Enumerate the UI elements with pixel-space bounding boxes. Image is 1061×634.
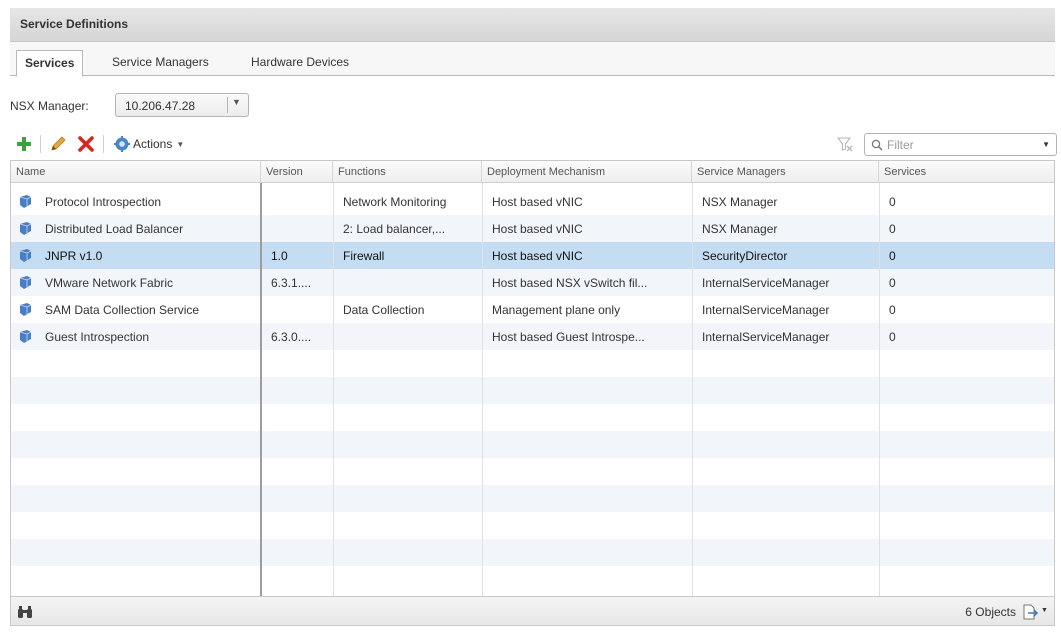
empty-row [11,485,1054,512]
tab-hardware-devices[interactable]: Hardware Devices [243,50,357,76]
toolbar-separator [40,135,41,153]
empty-row [11,566,1054,593]
cell-name: VMware Network Fabric [45,276,174,290]
cell-functions: 2: Load balancer,... [343,222,446,236]
cell-services: 0 [889,330,896,344]
cell-deployment: Host based vNIC [492,195,583,209]
delete-button[interactable] [75,132,97,156]
column-divider [692,183,693,596]
toolbar-separator [103,135,104,153]
table-row[interactable]: Distributed Load Balancer 2: Load balanc… [11,215,1054,242]
filter-clear-icon [837,137,853,152]
tab-bar: Services Service Managers Hardware Devic… [10,42,1055,77]
filter-field[interactable]: ▼ [864,133,1057,156]
cell-managers: InternalServiceManager [702,276,830,290]
empty-row [11,512,1054,539]
x-icon [78,136,94,152]
cell-version: 6.3.1.... [271,276,312,290]
toolbar: Actions ▼ ▼ [10,130,1057,158]
empty-row [11,539,1054,566]
cell-managers: NSX Manager [702,195,778,209]
nsx-manager-select[interactable]: 10.206.47.28 ▼ [115,93,249,117]
tab-service-managers[interactable]: Service Managers [104,50,217,76]
table-header: Name Version Functions Deployment Mechan… [11,161,1054,183]
status-bar: 6 Objects ▼ [10,596,1055,626]
object-count: 6 Objects [965,605,1016,619]
export-icon [1023,604,1039,620]
chevron-down-icon: ▼ [232,97,241,107]
column-divider [879,183,880,596]
pencil-icon [51,136,66,151]
column-divider [482,183,483,596]
cell-services: 0 [889,222,896,236]
column-header-services[interactable]: Services [879,161,1054,183]
cell-deployment: Host based vNIC [492,249,583,263]
empty-row [11,377,1054,404]
empty-row [11,458,1054,485]
empty-row [11,431,1054,458]
plus-icon [17,137,31,151]
cell-managers: InternalServiceManager [702,330,830,344]
cell-deployment: Host based NSX vSwitch fil... [492,276,648,290]
cell-managers: InternalServiceManager [702,303,830,317]
cell-name: Guest Introspection [45,330,150,344]
cell-deployment: Host based vNIC [492,222,583,236]
actions-menu-button[interactable]: Actions ▼ [110,132,188,156]
chevron-down-icon: ▼ [176,139,185,149]
cell-version [261,296,333,323]
table-row[interactable]: Guest Introspection 6.3.0.... Host based… [11,323,1054,350]
table-row[interactable]: VMware Network Fabric 6.3.1.... Host bas… [11,269,1054,296]
column-divider [333,183,334,596]
binoculars-icon[interactable] [17,605,33,619]
panel-title: Service Definitions [10,8,1055,42]
clear-filter-button[interactable] [836,132,854,156]
cell-deployment: Management plane only [492,303,621,317]
gear-icon [114,136,130,152]
cell-managers: SecurityDirector [702,249,788,263]
column-header-version[interactable]: Version [261,161,333,183]
chevron-down-icon: ▼ [1041,607,1048,614]
nsx-manager-label: NSX Manager: [10,99,89,113]
filter-input[interactable] [887,137,1027,153]
tab-services[interactable]: Services [16,50,84,77]
cell-name: Protocol Introspection [45,195,162,209]
cell-name: JNPR v1.0 [45,249,103,263]
chevron-down-icon[interactable]: ▼ [1042,140,1050,149]
cell-functions: Network Monitoring [343,195,447,209]
select-divider [227,97,228,113]
table-row[interactable]: SAM Data Collection Service Data Collect… [11,296,1054,323]
cell-version [261,215,333,242]
edit-button[interactable] [47,132,69,156]
search-icon [871,139,883,151]
services-table: Name Version Functions Deployment Mechan… [10,160,1055,596]
column-header-service-managers[interactable]: Service Managers [692,161,879,183]
cell-version: 6.3.0.... [271,330,312,344]
cell-deployment: Host based Guest Introspe... [492,330,645,344]
cell-services: 0 [889,249,896,263]
empty-row [11,350,1054,377]
cell-version: 1.0 [271,249,288,263]
cell-services: 0 [889,303,896,317]
add-button[interactable] [14,132,34,156]
cell-name: Distributed Load Balancer [45,222,184,236]
cell-managers: NSX Manager [702,222,778,236]
nsx-manager-value: 10.206.47.28 [125,99,196,113]
actions-label: Actions [133,137,173,151]
cell-name: SAM Data Collection Service [45,303,200,317]
export-button[interactable]: ▼ [1022,604,1048,620]
empty-row [11,404,1054,431]
cell-functions: Firewall [343,249,385,263]
cell-version [261,188,333,215]
column-header-deployment-mechanism[interactable]: Deployment Mechanism [482,161,692,183]
cell-functions [333,269,482,296]
cell-functions: Data Collection [343,303,425,317]
column-divider [260,183,262,596]
column-header-functions[interactable]: Functions [333,161,482,183]
cell-functions [333,323,482,350]
cell-services: 0 [889,276,896,290]
table-row-selected[interactable]: JNPR v1.0 1.0 Firewall Host based vNIC S… [11,242,1054,269]
table-row[interactable]: Protocol Introspection Network Monitorin… [11,188,1054,215]
column-header-name[interactable]: Name [11,161,261,183]
cell-services: 0 [889,195,896,209]
